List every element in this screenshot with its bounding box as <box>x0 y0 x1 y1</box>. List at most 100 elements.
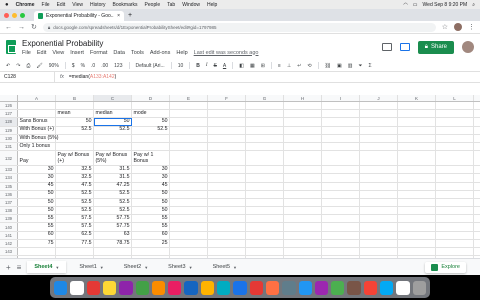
grid-cell[interactable] <box>132 142 170 151</box>
grid-cell[interactable] <box>246 207 284 215</box>
grid-cell[interactable] <box>360 102 398 110</box>
grid-cell[interactable] <box>284 142 322 151</box>
grid-cell[interactable] <box>208 166 246 174</box>
grid-cell[interactable] <box>360 207 398 215</box>
close-window-button[interactable] <box>4 13 9 18</box>
grid-cell[interactable] <box>132 134 170 142</box>
text-color-button[interactable]: A <box>223 63 226 69</box>
grid-cell[interactable]: 31.5 <box>94 166 132 174</box>
column-header[interactable]: J <box>360 95 398 101</box>
dock-app-icon[interactable] <box>314 280 329 295</box>
grid-cell[interactable] <box>360 239 398 247</box>
grid-cell[interactable]: 30 <box>132 174 170 182</box>
row-number[interactable]: 139 <box>0 215 18 223</box>
grid-cell[interactable]: 55 <box>18 223 56 231</box>
grid-cell[interactable] <box>246 190 284 198</box>
grid-cell[interactable] <box>436 239 474 247</box>
sheet-tab-sheet5[interactable]: Sheet5 ▼ <box>206 261 244 273</box>
grid-cell[interactable] <box>170 248 208 256</box>
present-icon[interactable] <box>399 43 410 51</box>
close-tab-icon[interactable]: × <box>117 13 120 19</box>
maximize-window-button[interactable] <box>20 13 25 18</box>
grid-cell[interactable] <box>398 174 436 182</box>
grid-cell[interactable] <box>170 166 208 174</box>
grid-cell[interactable]: 75 <box>18 240 56 247</box>
dock-app-icon[interactable] <box>70 280 84 295</box>
grid-cell[interactable] <box>398 134 436 142</box>
row-number[interactable]: 140 <box>0 223 18 231</box>
sheet-tab-sheet1[interactable]: Sheet1 ▼ <box>72 261 110 273</box>
grid-cell[interactable] <box>284 134 322 142</box>
function-icon[interactable]: Σ <box>368 63 371 69</box>
menu-format[interactable]: Format <box>90 50 107 56</box>
grid-cell[interactable] <box>246 102 284 110</box>
grid-cell[interactable] <box>436 166 474 174</box>
column-header[interactable]: I <box>322 95 360 101</box>
grid-cell[interactable] <box>284 102 322 110</box>
filter-icon[interactable]: ⏷ <box>358 63 362 69</box>
grid-cell[interactable] <box>398 190 436 198</box>
grid-cell[interactable] <box>208 182 246 190</box>
grid-cell[interactable]: With Bonus (5%) <box>18 135 58 142</box>
column-header[interactable]: B <box>56 95 94 101</box>
grid-cell[interactable] <box>94 102 132 110</box>
bold-button[interactable]: B <box>196 63 200 69</box>
column-header[interactable]: L <box>436 95 474 101</box>
grid-cell[interactable]: 52.5 <box>94 126 132 134</box>
grid-cell[interactable] <box>322 102 360 110</box>
column-header[interactable]: C <box>94 95 132 101</box>
grid-cell[interactable] <box>284 126 322 134</box>
menu-view[interactable]: View <box>52 50 64 56</box>
grid-cell[interactable]: 47.5 <box>56 182 94 190</box>
grid-cell[interactable]: 78.75 <box>94 240 132 247</box>
menubar-bookmarks[interactable]: Bookmarks <box>113 2 138 8</box>
grid-cell[interactable] <box>284 190 322 198</box>
grid-cell[interactable]: 77.5 <box>56 240 94 247</box>
grid-cell[interactable] <box>398 248 436 256</box>
all-sheets-button[interactable]: ≡ <box>17 263 22 272</box>
menu-file[interactable]: File <box>22 50 31 56</box>
grid-cell[interactable] <box>436 174 474 182</box>
row-number[interactable]: 126 <box>0 102 18 110</box>
grid-cell[interactable] <box>322 215 360 223</box>
grid-cell[interactable] <box>322 190 360 198</box>
grid-cell[interactable] <box>360 118 398 126</box>
menu-insert[interactable]: Insert <box>70 50 84 56</box>
comments-icon[interactable] <box>381 43 392 51</box>
borders-icon[interactable]: ▦ <box>250 63 255 69</box>
grid-cell[interactable] <box>284 151 322 166</box>
grid-cell[interactable] <box>284 248 322 256</box>
minimize-window-button[interactable] <box>12 13 17 18</box>
grid-cell[interactable] <box>322 207 360 215</box>
grid-cell[interactable] <box>398 166 436 174</box>
column-header[interactable]: E <box>170 95 208 101</box>
grid-cell[interactable] <box>360 190 398 198</box>
row-number[interactable]: 127 <box>0 110 18 118</box>
grid-cell[interactable] <box>360 166 398 174</box>
grid-cell[interactable] <box>18 248 56 256</box>
grid-cell[interactable] <box>398 118 436 126</box>
dock-app-icon[interactable] <box>119 280 133 295</box>
select-all-corner[interactable] <box>0 95 18 101</box>
dock-app-icon[interactable] <box>282 280 296 295</box>
menubar-clock[interactable]: Wed Sep 8 9:20 PM <box>423 2 468 8</box>
address-bar[interactable]: 🔒︎ docs.google.com/spreadsheets/d/1Expon… <box>42 22 436 32</box>
grid-cell[interactable]: 52.5 <box>132 126 170 134</box>
grid-cell[interactable] <box>284 174 322 182</box>
wrap-icon[interactable]: ↵ <box>297 63 301 69</box>
grid-cell[interactable]: 52.5 <box>94 199 132 207</box>
grid-cell[interactable] <box>208 174 246 182</box>
browser-menu-icon[interactable]: ⋮ <box>468 23 475 31</box>
grid-cell[interactable] <box>398 239 436 247</box>
menubar-edit[interactable]: Edit <box>57 2 66 8</box>
name-box[interactable]: C128 <box>0 72 55 82</box>
row-number[interactable]: 143 <box>0 248 18 256</box>
menubar-history[interactable]: History <box>90 2 106 8</box>
grid-cell[interactable]: 50 <box>18 207 56 215</box>
grid-cell[interactable] <box>208 102 246 110</box>
grid-cell[interactable] <box>322 134 360 142</box>
grid-cell[interactable] <box>284 239 322 247</box>
grid-cell[interactable]: 45 <box>18 182 56 190</box>
grid-cell[interactable] <box>208 223 246 231</box>
grid-cell[interactable] <box>360 134 398 142</box>
